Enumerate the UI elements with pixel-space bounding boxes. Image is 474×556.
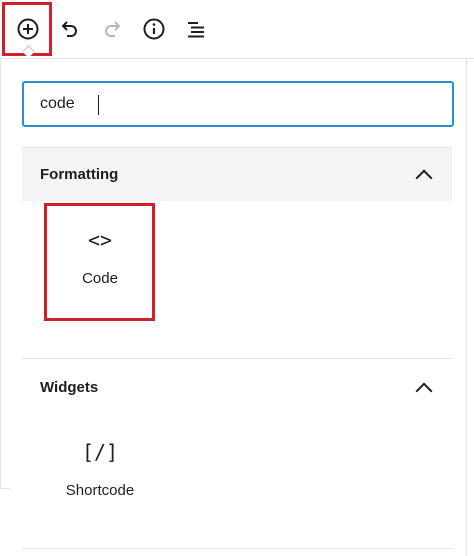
redo-button[interactable] (96, 12, 130, 46)
outline-button[interactable] (179, 12, 213, 46)
editor-toolbar (0, 0, 474, 59)
shortcode-icon: [/] (81, 440, 119, 464)
panel-border-right (466, 58, 467, 556)
text-cursor (98, 95, 99, 115)
section-title: Widgets (40, 379, 99, 396)
section-widgets-header[interactable]: Widgets (22, 358, 452, 416)
block-shortcode[interactable]: [/] Shortcode (47, 418, 153, 528)
block-search-input[interactable] (40, 93, 420, 115)
info-button[interactable] (137, 12, 171, 46)
block-label: Shortcode (65, 482, 135, 499)
undo-button[interactable] (52, 12, 86, 46)
redo-icon (105, 21, 121, 37)
code-block-highlight (44, 203, 155, 321)
block-search-box[interactable] (22, 81, 454, 127)
section-formatting-header[interactable]: Formatting (22, 147, 452, 201)
divider (22, 548, 452, 549)
chevron-up-icon[interactable] (415, 382, 433, 399)
section-title: Formatting (40, 166, 119, 183)
chevron-up-icon[interactable] (415, 169, 433, 186)
list-outline-icon (188, 22, 204, 38)
info-icon (143, 18, 165, 40)
divider (0, 488, 10, 489)
panel-border-left (0, 58, 1, 488)
undo-icon (61, 21, 77, 37)
